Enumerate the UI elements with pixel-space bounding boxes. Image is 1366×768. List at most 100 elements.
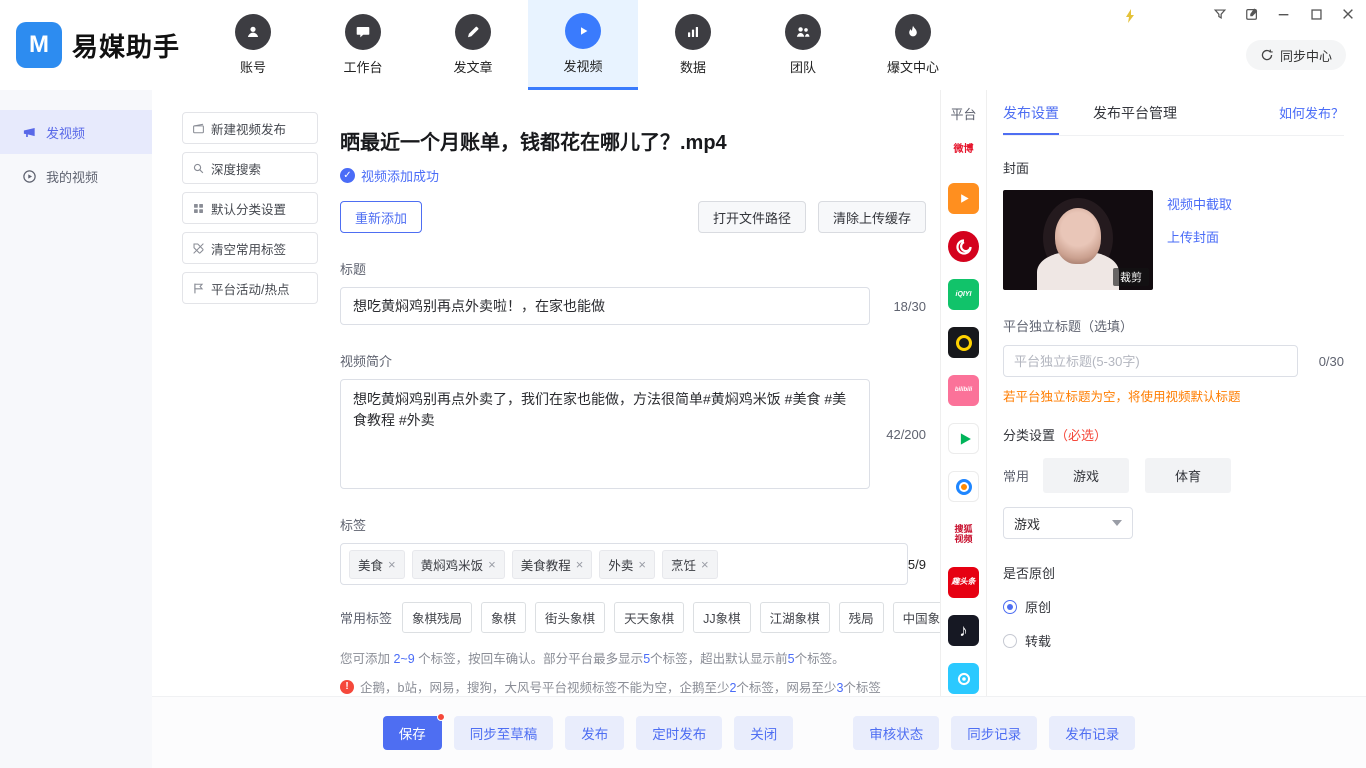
top-nav-item-publish-video[interactable]: 发视频	[528, 0, 638, 90]
megaphone-icon	[22, 125, 37, 140]
original-label: 是否原创	[1003, 563, 1344, 582]
publish-records-button[interactable]: 发布记录	[1049, 716, 1135, 750]
remove-tag-icon[interactable]: ×	[701, 558, 709, 571]
category-quick-button[interactable]: 游戏	[1043, 458, 1129, 493]
platform-haokan-video-icon[interactable]	[948, 183, 979, 214]
remove-tag-icon[interactable]: ×	[488, 558, 496, 571]
play-icon	[565, 13, 601, 49]
platform-ifeng-icon[interactable]	[948, 231, 979, 262]
action-new-video-publish[interactable]: 新建视频发布	[182, 112, 318, 144]
tags-input-box[interactable]: 美食×黄焖鸡米饭×美食教程×外卖×烹饪×	[340, 543, 908, 585]
platform-weibo-icon[interactable]: 微博	[948, 135, 979, 166]
publish-button[interactable]: 发布	[565, 716, 624, 750]
team-icon	[785, 14, 821, 50]
review-status-button[interactable]: 审核状态	[853, 716, 939, 750]
tag-chip[interactable]: 美食教程 ×	[512, 550, 593, 579]
category-quick-button[interactable]: 体育	[1145, 458, 1231, 493]
platform-bilibili-icon[interactable]: bilibili	[948, 375, 979, 406]
top-nav-item-publish-article[interactable]: 发文章	[418, 0, 528, 90]
tag-chip[interactable]: 烹饪×	[662, 550, 718, 579]
action-default-category-settings[interactable]: 默认分类设置	[182, 192, 318, 224]
tab-publish-settings[interactable]: 发布设置	[1003, 90, 1059, 135]
crop-button[interactable]: 裁剪	[1113, 268, 1149, 286]
maximize-button[interactable]	[1308, 6, 1324, 22]
app-header: M 易媒助手 账号工作台发文章发视频数据团队爆文中心	[0, 0, 1366, 90]
platform-blue-ring-platform-icon[interactable]	[948, 471, 979, 502]
close-button[interactable]	[1340, 6, 1356, 22]
remove-tag-icon[interactable]: ×	[576, 558, 584, 571]
remove-tag-icon[interactable]: ×	[638, 558, 646, 571]
quick-actions-panel: 新建视频发布深度搜索默认分类设置清空常用标签平台活动/热点	[152, 90, 330, 696]
platform-green-play-video-icon[interactable]	[948, 423, 979, 454]
title-input[interactable]	[340, 287, 870, 325]
category-settings-label: 分类设置（必选）	[1003, 425, 1344, 444]
top-nav-item-team[interactable]: 团队	[748, 0, 858, 90]
tag-chip[interactable]: 外卖×	[599, 550, 655, 579]
promo-icon[interactable]	[1122, 8, 1138, 24]
platform-douyin-icon[interactable]: ♪	[948, 615, 979, 646]
close-button[interactable]: 关闭	[734, 716, 793, 750]
cover-thumbnail[interactable]: 裁剪	[1003, 190, 1153, 290]
sync-to-draft-button[interactable]: 同步至草稿	[454, 716, 554, 750]
original-option-unchecked[interactable]: 转载	[1003, 631, 1344, 650]
remove-tag-icon[interactable]: ×	[388, 558, 396, 571]
platform-logo-text: 搜狐 视频	[954, 525, 972, 544]
tag-chip[interactable]: 黄焖鸡米饭×	[412, 550, 505, 579]
action-clear-common-tags[interactable]: 清空常用标签	[182, 232, 318, 264]
common-tag-chip[interactable]: 象棋	[481, 602, 526, 633]
scheduled-publish-button[interactable]: 定时发布	[636, 716, 722, 750]
upload-status-text: 视频添加成功	[361, 166, 439, 185]
tag-chip[interactable]: 美食×	[349, 550, 405, 579]
clear-upload-cache-button[interactable]: 清除上传缓存	[818, 201, 926, 233]
upload-cover-link[interactable]: 上传封面	[1167, 227, 1232, 246]
independent-title-input[interactable]	[1003, 345, 1298, 377]
action-deep-search[interactable]: 深度搜索	[182, 152, 318, 184]
capture-from-video-link[interactable]: 视频中截取	[1167, 194, 1232, 213]
minimize-button[interactable]	[1276, 6, 1292, 22]
platform-dayu-icon[interactable]	[948, 327, 979, 358]
platform-iqiyi-icon[interactable]: iQIYI	[948, 279, 979, 310]
top-nav-item-account[interactable]: 账号	[198, 0, 308, 90]
common-tag-chip[interactable]: 残局	[839, 602, 884, 633]
top-nav-item-data[interactable]: 数据	[638, 0, 748, 90]
platform-qutoutiao-icon[interactable]: 趣头条	[948, 567, 979, 598]
description-counter: 42/200	[870, 427, 926, 442]
how-to-publish-link[interactable]: 如何发布？	[1279, 103, 1344, 122]
network-icon[interactable]	[1212, 6, 1228, 22]
sidebar-item-my-videos[interactable]: 我的视频	[0, 154, 152, 198]
top-nav-item-workbench[interactable]: 工作台	[308, 0, 418, 90]
sync-center-label: 同步中心	[1280, 46, 1332, 65]
top-nav-item-hot-center[interactable]: 爆文中心	[858, 0, 968, 90]
radio-icon[interactable]	[1003, 634, 1017, 648]
open-file-path-button[interactable]: 打开文件路径	[698, 201, 806, 233]
common-tag-chip[interactable]: 象棋残局	[402, 602, 472, 633]
radio-icon[interactable]	[1003, 600, 1017, 614]
compose-icon[interactable]	[1244, 6, 1260, 22]
common-tag-chip[interactable]: 街头象棋	[535, 602, 605, 633]
common-tag-chip[interactable]: 江湖象棋	[760, 602, 830, 633]
description-textarea[interactable]: 想吃黄焖鸡别再点外卖了，我们在家也能做，方法很简单#黄焖鸡米饭 #美食 #美食教…	[340, 379, 870, 489]
save-button[interactable]: 保存	[383, 716, 442, 750]
sync-records-button[interactable]: 同步记录	[951, 716, 1037, 750]
chart-icon	[675, 14, 711, 50]
common-tag-chip[interactable]: 天天象棋	[614, 602, 684, 633]
tags-counter: 5/9	[908, 557, 926, 572]
sidebar-item-publish-video[interactable]: 发视频	[0, 110, 152, 154]
category-select[interactable]: 游戏	[1003, 507, 1133, 539]
platform-sohu-video-icon[interactable]: 搜狐 视频	[948, 519, 979, 550]
ring-glyph	[956, 479, 972, 495]
tag-text: 美食教程	[521, 555, 571, 574]
platform-weishi-icon[interactable]	[948, 663, 979, 694]
original-option-checked[interactable]: 原创	[1003, 597, 1344, 616]
common-tag-chip[interactable]: JJ象棋	[693, 602, 751, 633]
sync-center-button[interactable]: 同步中心	[1246, 40, 1346, 70]
action-platform-activity[interactable]: 平台活动/热点	[182, 272, 318, 304]
app-logo-icon: M	[16, 22, 62, 68]
app-title: 易媒助手	[72, 27, 180, 64]
readd-button[interactable]: 重新添加	[340, 201, 422, 233]
category-common-label: 常用	[1003, 466, 1029, 485]
ring-glyph	[956, 335, 972, 351]
tab-publish-platform-manage[interactable]: 发布平台管理	[1093, 90, 1177, 135]
brand: M 易媒助手	[0, 0, 194, 90]
title-label: 标题	[340, 259, 926, 278]
